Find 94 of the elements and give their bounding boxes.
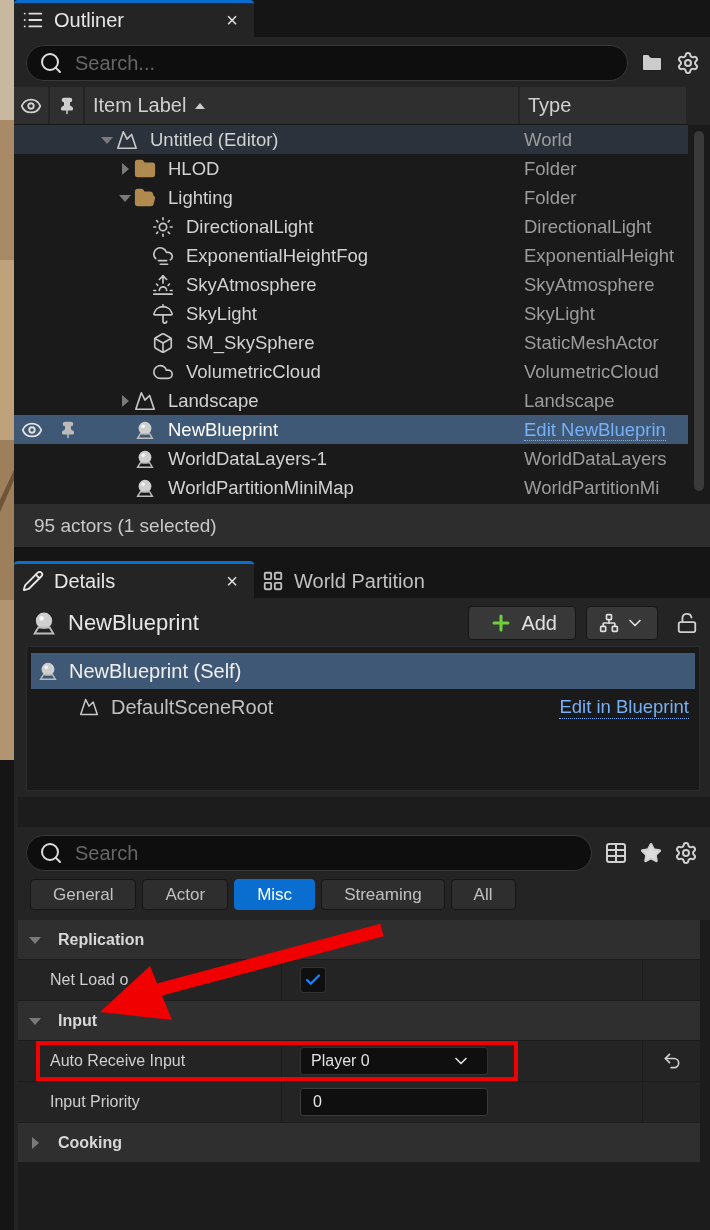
item-type: SkyLight [524,302,595,324]
search-icon [39,841,63,865]
filter-tab[interactable]: Misc [234,879,316,910]
item-label: SM_SkySphere [186,331,315,354]
pin-icon[interactable] [59,420,77,439]
cube-icon [152,331,174,354]
mountain-icon [134,389,156,412]
item-label: SkyLight [186,302,257,325]
outliner-row[interactable]: SM_SkySphere StaticMeshActor [14,328,688,357]
outliner-row[interactable]: NewBlueprint Edit NewBlueprin [14,415,688,444]
grid-icon [262,570,284,592]
property-label: Input Priority [50,1093,140,1111]
component-label: NewBlueprint (Self) [69,659,243,683]
scene-root-icon [79,697,99,717]
outliner-row[interactable]: HLOD Folder [14,154,688,183]
component-row[interactable]: DefaultSceneRoot Edit in Blueprint [31,689,695,725]
panel-tab[interactable]: World Partition [254,561,494,598]
item-type: World [524,128,572,150]
sunrise-icon [152,273,174,296]
item-label: Lighting [168,186,233,209]
section-header[interactable]: Replication [18,920,700,960]
status-bar: 95 actors (1 selected) [14,503,710,547]
close-button[interactable]: × [222,569,242,593]
add-button[interactable]: Add [468,606,576,640]
search-bar[interactable]: Search... [26,45,628,81]
reset-icon[interactable] [661,1051,682,1071]
item-label: Untitled (Editor) [150,128,279,151]
dropdown[interactable]: Player 0 [300,1047,488,1075]
item-label: DirectionalLight [186,215,314,238]
section-header[interactable]: Cooking [18,1123,700,1163]
item-type: DirectionalLight [524,215,652,237]
item-type: StaticMeshActor [524,331,659,353]
outliner-row[interactable]: Untitled (Editor) World [14,125,688,154]
open-folder-icon [134,186,156,209]
filter-tab[interactable]: General [30,879,137,910]
filter-tab[interactable]: Streaming [321,879,445,910]
outliner-row[interactable]: ExponentialHeightFog ExponentialHeight [14,241,688,270]
item-label: Landscape [168,389,259,412]
item-type: Folder [524,186,577,208]
fog-icon [152,244,174,267]
item-type: Landscape [524,389,615,411]
edit-in-blueprint-link[interactable]: Edit in Blueprint [559,695,689,719]
outliner-row[interactable]: VolumetricCloud VolumetricCloud [14,357,688,386]
outliner-tab[interactable]: Outliner × [14,0,254,37]
hierarchy-icon [599,613,619,633]
umbrella-icon [152,302,174,325]
close-button[interactable]: × [222,8,242,32]
pencil-icon [22,570,44,592]
item-type: VolumetricCloud [524,360,659,382]
outliner-row[interactable]: SkyAtmosphere SkyAtmosphere [14,270,688,299]
component-label: DefaultSceneRoot [111,695,275,719]
outliner-row[interactable]: Lighting Folder [14,183,688,212]
outliner-row[interactable]: WorldPartitionMiniMap WorldPartitionMi [14,473,688,502]
item-label: WorldDataLayers-1 [168,447,328,470]
search-field[interactable]: Search... [73,50,615,76]
filter-tab[interactable]: Actor [142,879,229,910]
scrollbar-thumb[interactable] [694,131,704,491]
item-type: SkyAtmosphere [524,273,655,295]
table-icon[interactable] [604,841,628,865]
outliner-row[interactable]: Landscape Landscape [14,386,688,415]
settings-icon[interactable] [674,841,698,865]
checkbox[interactable] [300,967,326,993]
unlock-icon[interactable] [676,612,698,634]
outliner-row[interactable]: WorldDataLayers-1 WorldDataLayers [14,444,688,473]
component-row[interactable]: NewBlueprint (Self) [31,653,695,689]
item-label: ExponentialHeightFog [186,244,369,267]
property-label: Auto Receive Input [50,1052,186,1070]
item-label: WorldPartitionMiniMap [168,476,354,499]
mountain-icon [116,128,138,151]
panel-tab[interactable]: Details × [14,561,254,598]
item-type: WorldDataLayers [524,447,667,469]
outliner-row[interactable]: SkyLight SkyLight [14,299,688,328]
item-label: VolumetricCloud [186,360,321,383]
settings-icon[interactable] [676,51,700,75]
search-icon [39,51,63,75]
star-icon[interactable] [640,842,662,864]
actor-name: NewBlueprint [68,610,200,636]
item-type: ExponentialHeight [524,244,675,266]
item-type: Folder [524,157,577,179]
outliner-row[interactable]: DirectionalLight DirectionalLight [14,212,688,241]
hierarchy-dropdown[interactable] [586,606,658,640]
number-field[interactable]: 0 [300,1088,488,1116]
item-type: WorldPartitionMi [524,476,660,498]
sun-icon [152,215,174,238]
folder-icon [134,157,156,180]
item-label: SkyAtmosphere [186,273,317,296]
search-bar[interactable]: Search [26,835,592,871]
item-label: HLOD [168,157,220,180]
section-header[interactable]: Input [18,1001,700,1041]
property-label: Net Load o [50,971,129,989]
sphere-on-stand-icon [37,660,59,682]
item-label: NewBlueprint [168,418,279,441]
search-field[interactable]: Search [73,840,579,866]
filter-tab[interactable]: All [450,879,516,910]
